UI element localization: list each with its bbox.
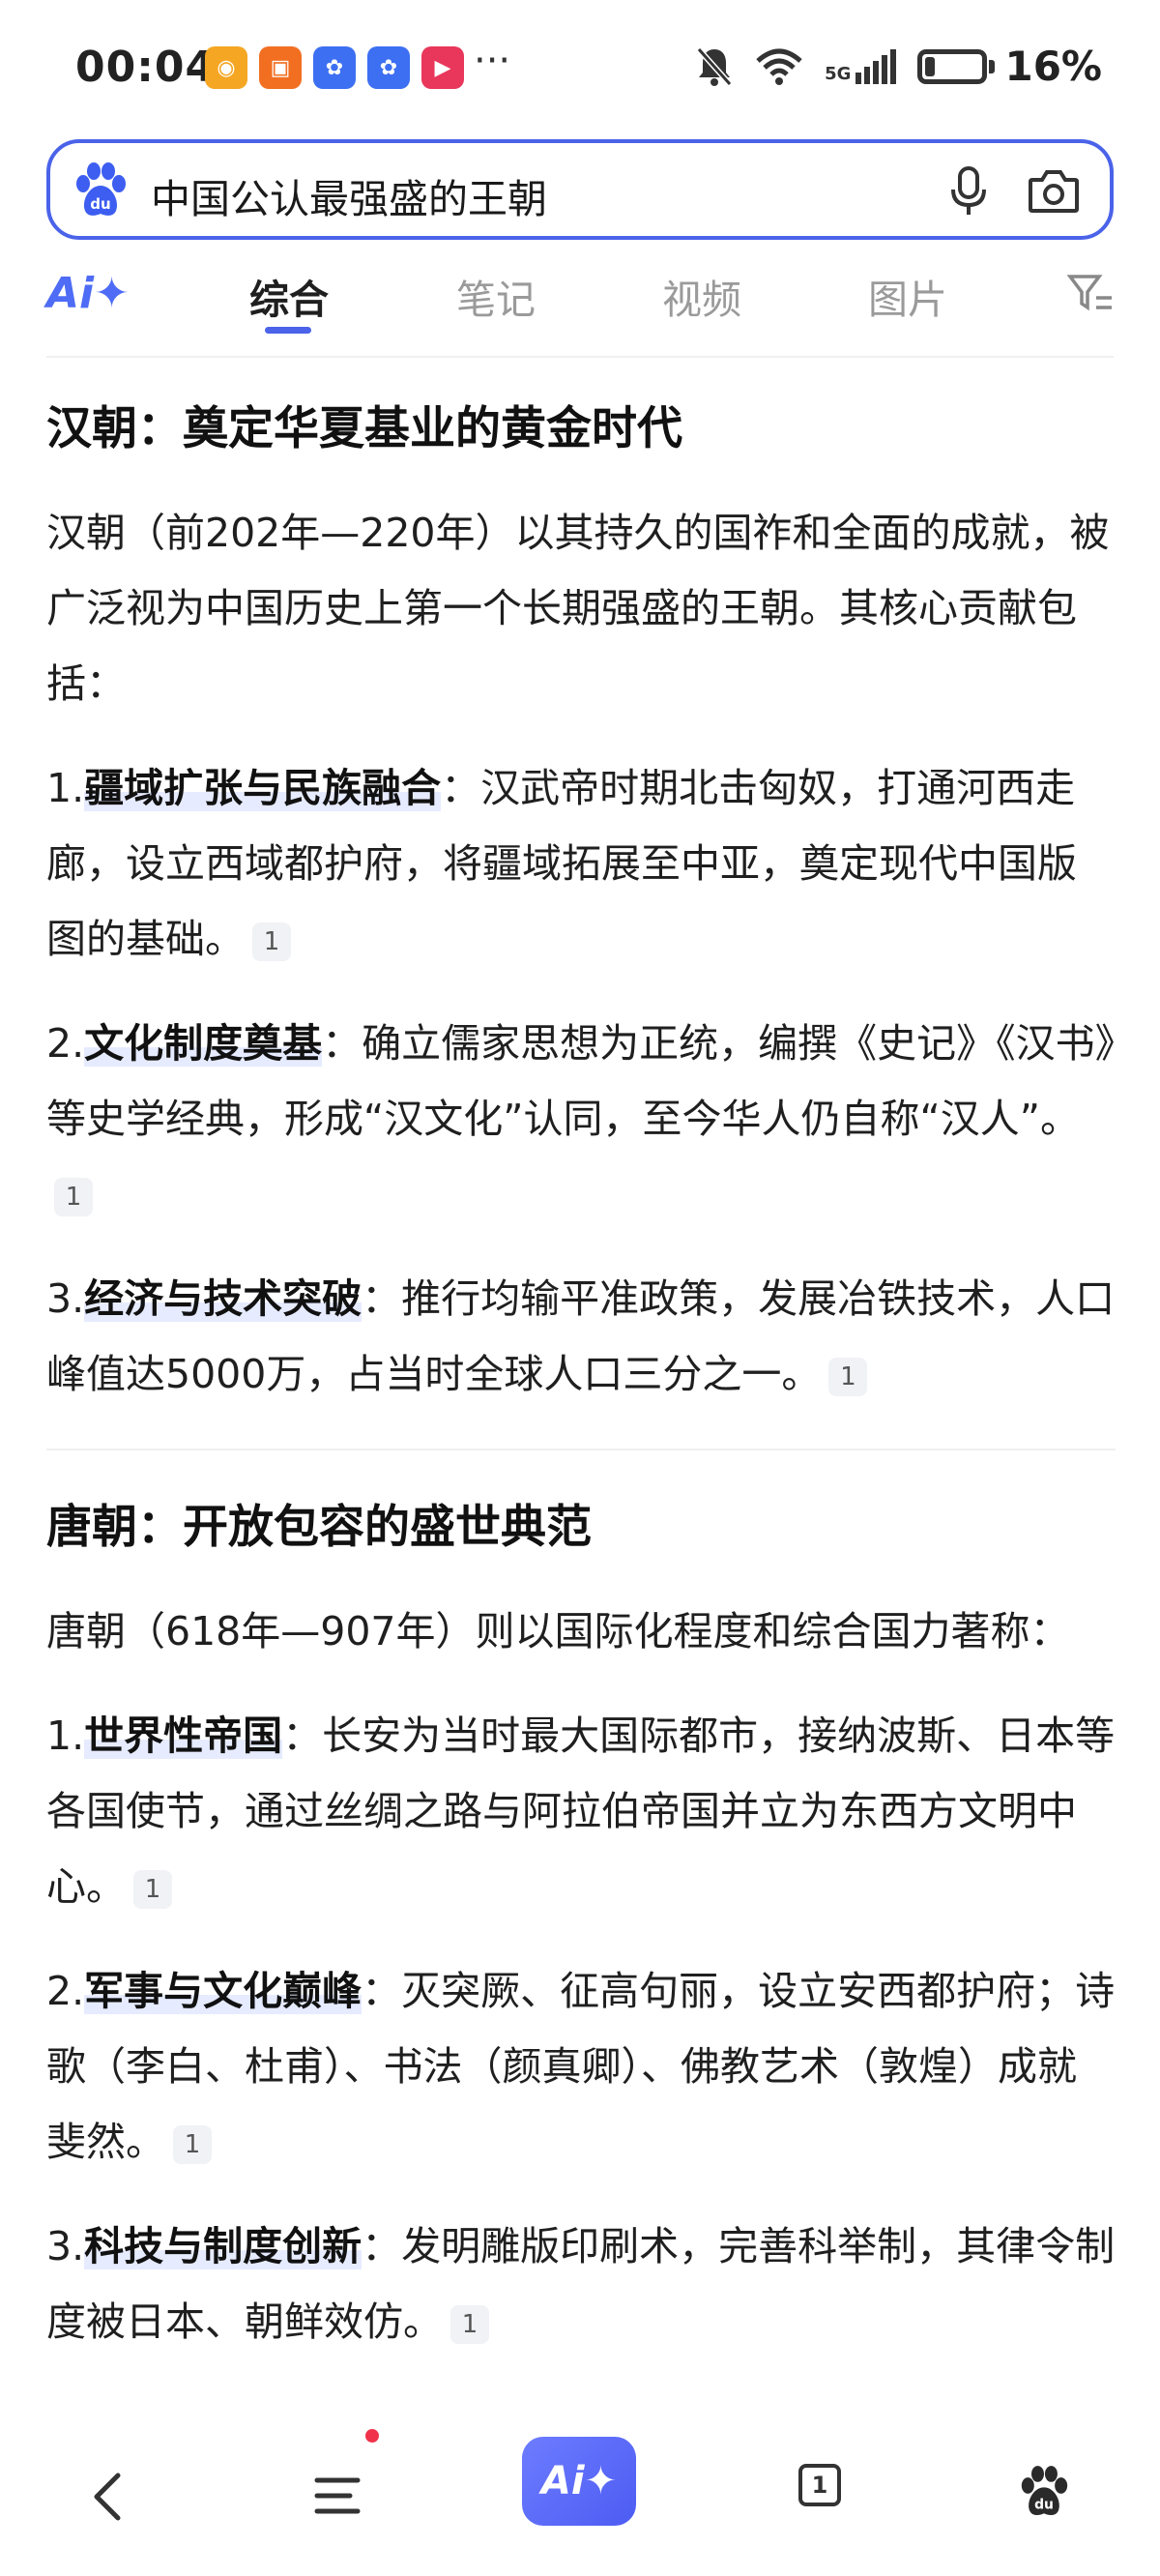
baidu-lite-icon: ✿: [367, 46, 410, 89]
baidu-paw-icon[interactable]: du: [73, 162, 128, 219]
ai-assistant-button[interactable]: Ai✦: [522, 2437, 636, 2526]
highlight-term[interactable]: 文化制度奠基: [84, 1020, 323, 1067]
camera-icon[interactable]: [1027, 166, 1081, 217]
notification-app-icons: ◉ ▣ ✿ ✿ ▶: [205, 46, 464, 89]
cellular-signal-icon: 5G: [825, 48, 897, 84]
section-divider: [46, 1449, 1116, 1450]
video-app-icon: ▶: [421, 46, 464, 89]
menu-notification-dot: [365, 2429, 379, 2443]
tab-notes[interactable]: 笔记: [456, 267, 536, 325]
battery-icon: ⚡: [917, 48, 988, 84]
search-box[interactable]: du 中国公认最强盛的王朝: [46, 139, 1114, 240]
mute-bell-icon: [696, 46, 733, 86]
answer-content: 汉朝：奠定华夏基业的黄金时代 汉朝（前202年—220年）以其持久的国祚和全面的…: [46, 391, 1116, 2359]
weibo-icon: ◉: [205, 46, 247, 89]
list-number: 1.: [46, 765, 85, 811]
search-tabs: Ai✦ 综合 笔记 视频 图片: [0, 259, 1160, 337]
tang-item-1: 1.世界性帝国：长安为当时最大国际都市，接纳波斯、日本等各国使节，通过丝绸之路与…: [46, 1698, 1116, 1924]
tang-section-title: 唐朝：开放包容的盛世典范: [46, 1501, 592, 1554]
tang-intro: 唐朝（618年—907年）则以国际化程度和综合国力著称：: [46, 1608, 1070, 1654]
svg-text:du: du: [90, 195, 110, 213]
tab-videos[interactable]: 视频: [662, 267, 741, 325]
more-notifications-icon: ···: [474, 39, 511, 83]
status-indicators: 5G ⚡ 16%: [695, 43, 1102, 90]
list-number: 2.: [46, 1020, 85, 1067]
tabs-count-button[interactable]: 1: [798, 2464, 841, 2506]
citation-badge[interactable]: 1: [450, 2305, 489, 2344]
back-icon[interactable]: [89, 2470, 128, 2524]
filter-icon[interactable]: [1067, 273, 1114, 315]
status-bar: 00:04 ◉ ▣ ✿ ✿ ▶ ··· 5G ⚡ 16%: [0, 0, 1160, 135]
han-section-title: 汉朝：奠定华夏基业的黄金时代: [46, 402, 682, 455]
menu-button[interactable]: [313, 2475, 362, 2520]
list-number: 3.: [46, 2223, 85, 2269]
highlight-term[interactable]: 经济与技术突破: [84, 1275, 362, 1322]
han-intro: 汉朝（前202年—220年）以其持久的国祚和全面的成就，被广泛视为中国历史上第一…: [46, 510, 1110, 707]
tang-item-3: 3.科技与制度创新：发明雕版印刷术，完善科举制，其律令制度被日本、朝鲜效仿。 1: [46, 2209, 1116, 2359]
tab-ai[interactable]: Ai✦: [46, 269, 130, 318]
han-item-1: 1.疆域扩张与民族融合：汉武帝时期北击匈奴，打通河西走廊，设立西域都护府，将疆域…: [46, 750, 1116, 977]
citation-badge[interactable]: 1: [133, 1870, 172, 1909]
xiaohongshu-icon: ▣: [259, 46, 302, 89]
tab-comprehensive[interactable]: 综合: [249, 267, 329, 325]
search-input[interactable]: 中国公认最强盛的王朝: [151, 166, 547, 224]
wifi-icon: [756, 48, 802, 85]
tang-item-2: 2.军事与文化巅峰：灭突厥、征高句丽，设立安西都护府；诗歌（李白、杜甫）、书法（…: [46, 1953, 1116, 2180]
citation-badge[interactable]: 1: [54, 1178, 93, 1216]
highlight-term[interactable]: 世界性帝国: [84, 1712, 283, 1759]
mic-icon[interactable]: [947, 164, 990, 219]
menu-icon: [314, 2477, 361, 2514]
bottom-nav: Ai✦ 1 du: [0, 2429, 1160, 2576]
battery-percent: 16%: [1004, 43, 1102, 90]
list-number: 2.: [46, 1968, 85, 2014]
citation-badge[interactable]: 1: [828, 1358, 868, 1396]
citation-badge[interactable]: 1: [173, 2125, 212, 2164]
battery-indicator: ⚡ 16%: [917, 43, 1102, 90]
highlight-term[interactable]: 军事与文化巅峰: [84, 1968, 362, 2014]
highlight-term[interactable]: 科技与制度创新: [84, 2223, 362, 2269]
tabs-divider: [46, 356, 1114, 358]
network-type: 5G: [825, 63, 852, 84]
svg-text:du: du: [1034, 2498, 1054, 2513]
citation-badge[interactable]: 1: [252, 922, 291, 961]
tab-images[interactable]: 图片: [868, 267, 947, 325]
list-number: 3.: [46, 1275, 85, 1322]
han-item-3: 3.经济与技术突破：推行均输平准政策，发展冶铁技术，人口峰值达5000万，占当时…: [46, 1261, 1116, 1412]
baidu-app-icon: ✿: [313, 46, 356, 89]
status-time: 00:04: [75, 43, 217, 92]
baidu-home-icon[interactable]: du: [1019, 2466, 1069, 2518]
highlight-term[interactable]: 疆域扩张与民族融合: [84, 765, 442, 811]
list-number: 1.: [46, 1712, 85, 1759]
han-item-2: 2.文化制度奠基：确立儒家思想为正统，编撰《史记》《汉书》等史学经典，形成“汉文…: [46, 1006, 1116, 1232]
active-tab-indicator: [265, 327, 311, 334]
